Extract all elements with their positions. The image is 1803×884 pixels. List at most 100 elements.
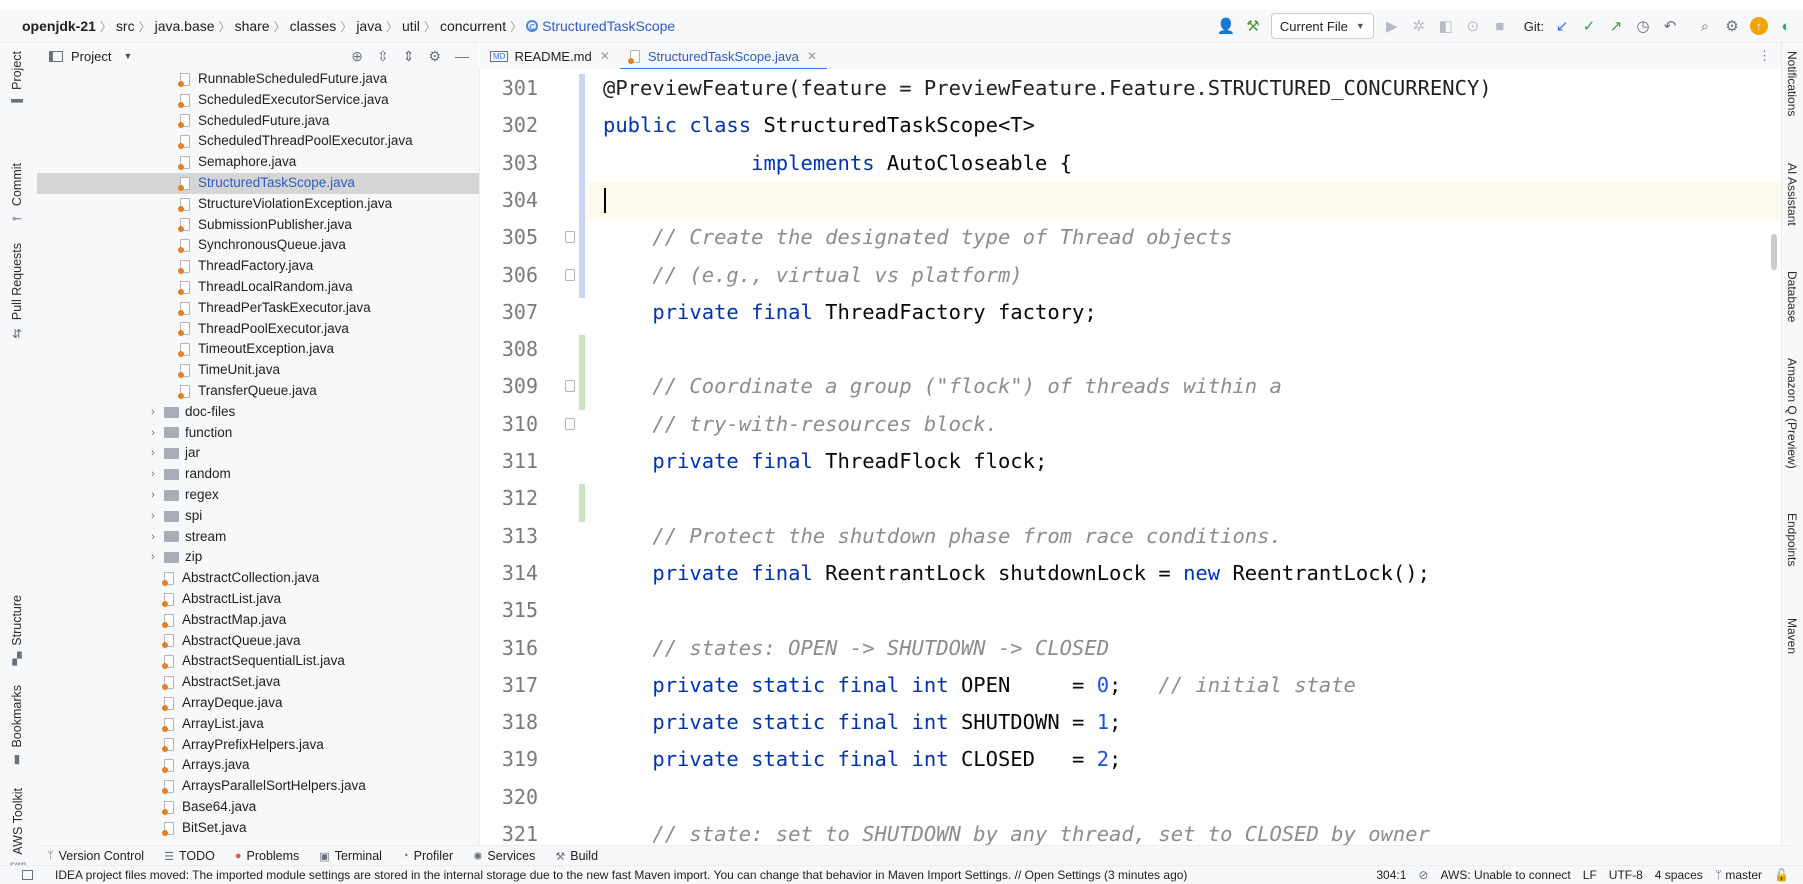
tool-tab-ai-assistant[interactable]: AI Assistant <box>1785 163 1799 226</box>
breadcrumb-item[interactable]: java <box>356 18 382 34</box>
more-run-options-icon[interactable]: ⊙ <box>1464 17 1482 35</box>
line-number[interactable]: 315 <box>480 592 538 629</box>
git-push-icon[interactable]: ↗ <box>1607 17 1625 35</box>
options-gear-icon[interactable]: ⚙ <box>428 48 441 65</box>
tree-file-item[interactable]: AbstractSequentialList.java <box>37 651 345 672</box>
line-number[interactable]: 310 <box>480 406 538 443</box>
tree-file-item[interactable]: Base64.java <box>37 797 256 818</box>
tree-file-item[interactable]: TransferQueue.java <box>37 381 317 402</box>
code-line[interactable]: // (e.g., virtual vs platform) <box>603 257 1022 294</box>
tree-file-item[interactable]: ArrayPrefixHelpers.java <box>37 735 324 756</box>
tab-structuredtaskscope[interactable]: StructuredTaskScope.java ✕ <box>619 43 828 70</box>
expand-all-icon[interactable]: ⇳ <box>377 48 389 65</box>
tree-file-item[interactable]: Arrays.java <box>37 755 250 776</box>
breadcrumb-item[interactable]: concurrent <box>440 18 506 34</box>
line-number[interactable]: 314 <box>480 555 538 592</box>
chevron-right-icon[interactable]: › <box>146 464 160 485</box>
code-line[interactable]: private final ThreadFactory factory; <box>603 294 1096 331</box>
line-number[interactable]: 320 <box>480 779 538 816</box>
user-icon[interactable]: 👤 <box>1217 17 1236 35</box>
tree-folder-item[interactable]: › random <box>37 464 231 485</box>
tree-file-item[interactable]: ThreadLocalRandom.java <box>37 277 353 298</box>
locate-icon[interactable]: ⊕ <box>351 48 363 65</box>
line-number[interactable]: 317 <box>480 667 538 704</box>
close-icon[interactable]: ✕ <box>807 49 817 63</box>
update-available-icon[interactable]: ↑ <box>1750 17 1768 35</box>
breadcrumb-item[interactable]: java.base <box>155 18 215 34</box>
code-line[interactable]: @PreviewFeature(feature = PreviewFeature… <box>603 70 1492 107</box>
code-line[interactable]: implements AutoCloseable { <box>603 145 1072 182</box>
line-number[interactable]: 311 <box>480 443 538 480</box>
settings-gear-icon[interactable]: ⚙ <box>1723 17 1741 35</box>
tree-folder-item[interactable]: › doc-files <box>37 402 235 423</box>
line-number[interactable]: 301 <box>480 70 538 107</box>
tool-tab-endpoints[interactable]: Endpoints <box>1785 513 1799 566</box>
code-line[interactable]: private static final int SHUTDOWN = 1; <box>603 704 1121 741</box>
code-line[interactable]: // state: set to SHUTDOWN by any thread,… <box>603 816 1430 845</box>
tree-folder-item[interactable]: › jar <box>37 443 200 464</box>
tree-file-item[interactable]: AbstractCollection.java <box>37 568 319 589</box>
tree-file-item[interactable]: AbstractList.java <box>37 589 281 610</box>
tree-folder-item[interactable]: › function <box>37 423 232 444</box>
line-number[interactable]: 303 <box>480 145 538 182</box>
tree-file-item[interactable]: ThreadPerTaskExecutor.java <box>37 298 371 319</box>
tool-tab-notifications[interactable]: Notifications <box>1785 51 1799 116</box>
fold-icon[interactable] <box>565 380 575 393</box>
debug-icon[interactable]: ✲ <box>1410 17 1428 35</box>
search-icon[interactable]: ⌕ <box>1696 17 1714 35</box>
collapse-all-icon[interactable]: ⇕ <box>403 48 415 65</box>
line-number[interactable]: 319 <box>480 741 538 778</box>
chevron-right-icon[interactable]: › <box>146 547 160 568</box>
line-number[interactable]: 307 <box>480 294 538 331</box>
status-message[interactable]: IDEA project files moved: The imported m… <box>0 868 1187 882</box>
tool-tab-build[interactable]: ⚒ Build <box>555 849 598 863</box>
tree-folder-item[interactable]: › spi <box>37 506 202 527</box>
line-number[interactable]: 316 <box>480 630 538 667</box>
run-configuration-dropdown[interactable]: Current File ▼ <box>1270 13 1374 39</box>
chevron-right-icon[interactable]: › <box>146 485 160 506</box>
code-line[interactable]: // states: OPEN -> SHUTDOWN -> CLOSED <box>603 630 1109 667</box>
breadcrumb-item[interactable]: classes <box>290 18 337 34</box>
tree-file-item[interactable]: ThreadFactory.java <box>37 256 313 277</box>
code-line[interactable]: // Create the designated type of Thread … <box>603 219 1232 256</box>
stop-icon[interactable]: ■ <box>1491 17 1509 35</box>
fold-icon[interactable] <box>565 231 575 244</box>
coverage-icon[interactable]: ◧ <box>1437 17 1455 35</box>
toggle-tool-windows-icon[interactable] <box>22 870 33 880</box>
line-number[interactable]: 304 <box>480 182 538 219</box>
tool-tab-todo[interactable]: ☰ TODO <box>164 849 215 863</box>
tool-tab-bookmarks[interactable]: ▮ Bookmarks <box>10 685 24 768</box>
breadcrumb-item[interactable]: src <box>116 18 135 34</box>
tool-tab-maven[interactable]: Maven <box>1785 618 1799 654</box>
file-encoding[interactable]: UTF-8 <box>1609 868 1643 882</box>
git-branch[interactable]: ᛘ master <box>1715 868 1762 882</box>
tool-tab-version-control[interactable]: ᛘ Version Control <box>47 849 144 863</box>
git-update-icon[interactable]: ↙ <box>1553 17 1571 35</box>
fold-icon[interactable] <box>565 417 575 430</box>
tool-tab-problems[interactable]: ● Problems <box>235 849 299 863</box>
line-number[interactable]: 302 <box>480 107 538 144</box>
jetbrains-ai-icon[interactable]: ◐ <box>1777 17 1795 35</box>
tree-file-item[interactable]: AbstractSet.java <box>37 672 280 693</box>
git-commit-icon[interactable]: ✓ <box>1580 17 1598 35</box>
tree-file-item[interactable]: ScheduledExecutorService.java <box>37 90 389 111</box>
tree-file-item[interactable]: ThreadPoolExecutor.java <box>37 319 349 340</box>
tree-file-item[interactable]: ScheduledFuture.java <box>37 111 329 132</box>
line-number[interactable]: 312 <box>480 480 538 517</box>
line-number[interactable]: 318 <box>480 704 538 741</box>
line-number[interactable]: 306 <box>480 257 538 294</box>
more-tabs-icon[interactable]: ⋮ <box>1758 48 1771 64</box>
line-number[interactable]: 308 <box>480 331 538 368</box>
aws-connection-status[interactable]: AWS: Unable to connect <box>1440 868 1570 882</box>
fold-icon[interactable] <box>565 268 575 281</box>
tree-file-item[interactable]: SubmissionPublisher.java <box>37 215 352 236</box>
tree-folder-item[interactable]: › zip <box>37 547 202 568</box>
build-hammer-icon[interactable]: ⚒ <box>1244 17 1262 35</box>
run-icon[interactable]: ▶ <box>1383 17 1401 35</box>
breadcrumb-project[interactable]: openjdk-21 <box>22 18 96 34</box>
tree-folder-item[interactable]: › regex <box>37 485 219 506</box>
code-line[interactable]: private final ReentrantLock shutdownLock… <box>603 555 1430 592</box>
line-separator[interactable]: LF <box>1583 868 1597 882</box>
tool-tab-profiler[interactable]: ◔ Profiler <box>402 849 453 863</box>
tree-file-item[interactable]: ArraysParallelSortHelpers.java <box>37 776 366 797</box>
